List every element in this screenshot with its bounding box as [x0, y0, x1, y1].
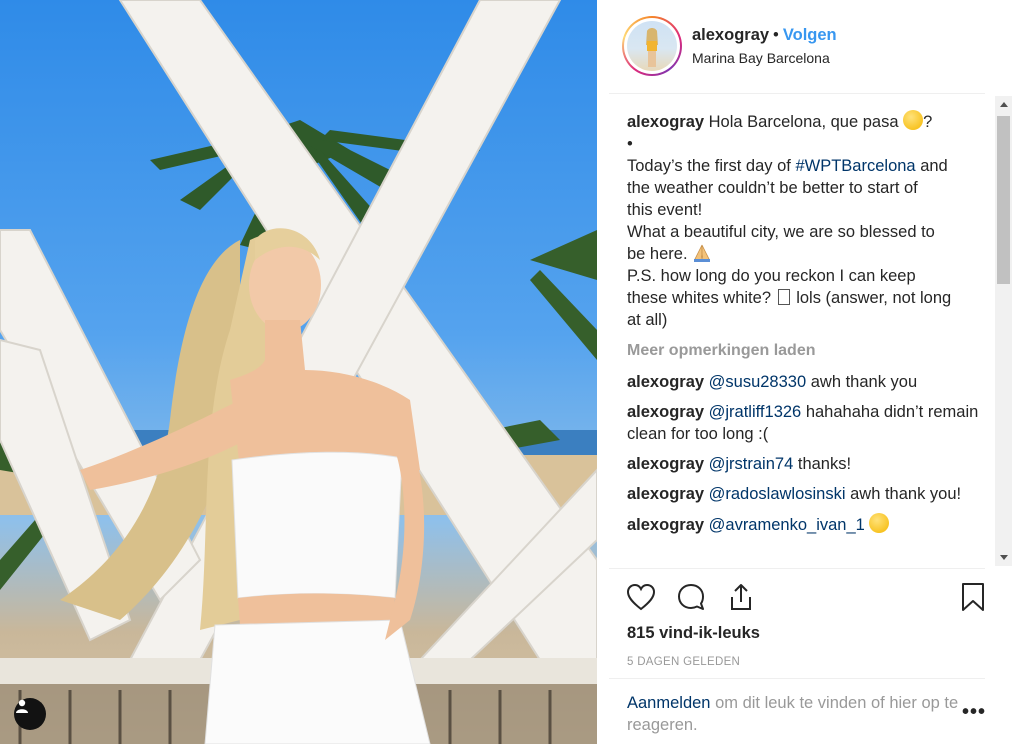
comment-username[interactable]: alexogray	[627, 516, 704, 534]
comment-username[interactable]: alexogray	[627, 455, 704, 473]
post-location[interactable]: Marina Bay Barcelona	[692, 50, 830, 66]
caption-line-6: What a beautiful city, we are so blessed…	[627, 223, 935, 241]
comments-scrollbar[interactable]	[995, 96, 1012, 566]
comment-item: alexogray @radoslawlosinski awh thank yo…	[627, 483, 982, 505]
header-separator: •	[773, 26, 779, 44]
caption-line-1: Hola Barcelona, que pasa	[708, 113, 899, 131]
caption: alexogray Hola Barcelona, que pasa ? • T…	[627, 110, 982, 331]
post-username[interactable]: alexogray	[692, 26, 769, 44]
comment-mention[interactable]: @radoslawlosinski	[709, 485, 846, 503]
share-button[interactable]	[724, 580, 758, 614]
like-button[interactable]	[624, 580, 658, 614]
caption-line-4: the weather couldn’t be better to start …	[627, 179, 918, 197]
comment-item: alexogray @jratliff1326 hahahaha didn’t …	[627, 401, 982, 445]
comment-item: alexogray @jrstrain74 thanks!	[627, 453, 982, 475]
avatar-image	[646, 28, 658, 67]
comment-text: awh thank you!	[850, 485, 962, 503]
comment-item: alexogray @avramenko_ivan_1	[627, 513, 982, 536]
post-timestamp[interactable]: 5 DAGEN GELEDEN	[627, 656, 740, 668]
post-side-panel: alexogray • Volgen Marina Bay Barcelona al…	[597, 0, 1012, 744]
caption-line-3a: Today’s the first day of	[627, 157, 791, 175]
comment-mention[interactable]: @susu28330	[709, 373, 807, 391]
share-icon	[731, 584, 751, 610]
likes-count[interactable]: 815 vind-ik-leuks	[627, 624, 760, 643]
header-title-row: alexogray • Volgen	[692, 26, 837, 45]
user-tag-button[interactable]	[14, 698, 46, 730]
scroll-down-icon	[999, 555, 1008, 560]
avatar[interactable]	[622, 16, 682, 76]
caption-bullet: •	[627, 135, 633, 153]
user-tag-icon	[16, 699, 28, 713]
heart-icon	[626, 583, 656, 611]
post-header: alexogray • Volgen Marina Bay Barcelona	[597, 0, 1012, 94]
scrollbar-thumb[interactable]	[997, 116, 1010, 284]
comment-text: awh thank you	[810, 373, 918, 391]
save-button[interactable]	[956, 580, 990, 614]
more-options-icon: •••	[961, 700, 986, 723]
comment-username[interactable]: alexogray	[627, 373, 704, 391]
comment-text: thanks!	[797, 455, 852, 473]
missing-glyph-icon	[777, 289, 790, 305]
caption-line-1-end: ?	[923, 113, 933, 131]
comment-mention[interactable]: @jrstrain74	[709, 455, 794, 473]
more-options-button[interactable]: •••	[959, 700, 989, 723]
comment-button[interactable]	[674, 580, 708, 614]
squinting-face-emoji-icon	[869, 513, 890, 533]
load-more-comments-button[interactable]: Meer opmerkingen laden	[627, 340, 982, 362]
actions-divider	[609, 568, 985, 569]
post-photo[interactable]	[0, 0, 597, 744]
smirk-emoji-icon	[903, 110, 924, 130]
scroll-up-button[interactable]	[995, 96, 1012, 113]
caption-line-10: at all)	[627, 311, 668, 329]
bookmark-icon	[962, 583, 984, 611]
comment-item: alexogray @susu28330 awh thank you	[627, 371, 982, 393]
post-photo-art	[0, 0, 597, 744]
praying-hands-emoji-icon	[694, 244, 711, 262]
login-prompt: Aanmelden om dit leuk te vinden of hier …	[627, 692, 967, 736]
comment-mention[interactable]: @avramenko_ivan_1	[709, 516, 865, 534]
caption-line-7: be here.	[627, 245, 688, 263]
comment-mention[interactable]: @jratliff1326	[709, 403, 802, 421]
comments-section[interactable]: alexogray Hola Barcelona, que pasa ? • T…	[597, 94, 1012, 568]
caption-line-5: this event!	[627, 201, 703, 219]
caption-username[interactable]: alexogray	[627, 113, 704, 131]
comment-username[interactable]: alexogray	[627, 485, 704, 503]
follow-button[interactable]: Volgen	[783, 26, 837, 44]
hashtag-link[interactable]: #WPTBarcelona	[795, 157, 915, 175]
login-link[interactable]: Aanmelden	[627, 694, 710, 712]
login-divider	[609, 678, 985, 679]
caption-line-3b: and	[920, 157, 948, 175]
caption-line-8: P.S. how long do you reckon I can keep	[627, 267, 916, 285]
comment-username[interactable]: alexogray	[627, 403, 704, 421]
caption-line-9b: lols (answer, not long	[796, 289, 952, 307]
scroll-down-button[interactable]	[995, 549, 1012, 566]
comment-icon	[678, 584, 704, 610]
caption-line-9a: these whites white?	[627, 289, 771, 307]
scroll-up-icon	[999, 102, 1008, 107]
